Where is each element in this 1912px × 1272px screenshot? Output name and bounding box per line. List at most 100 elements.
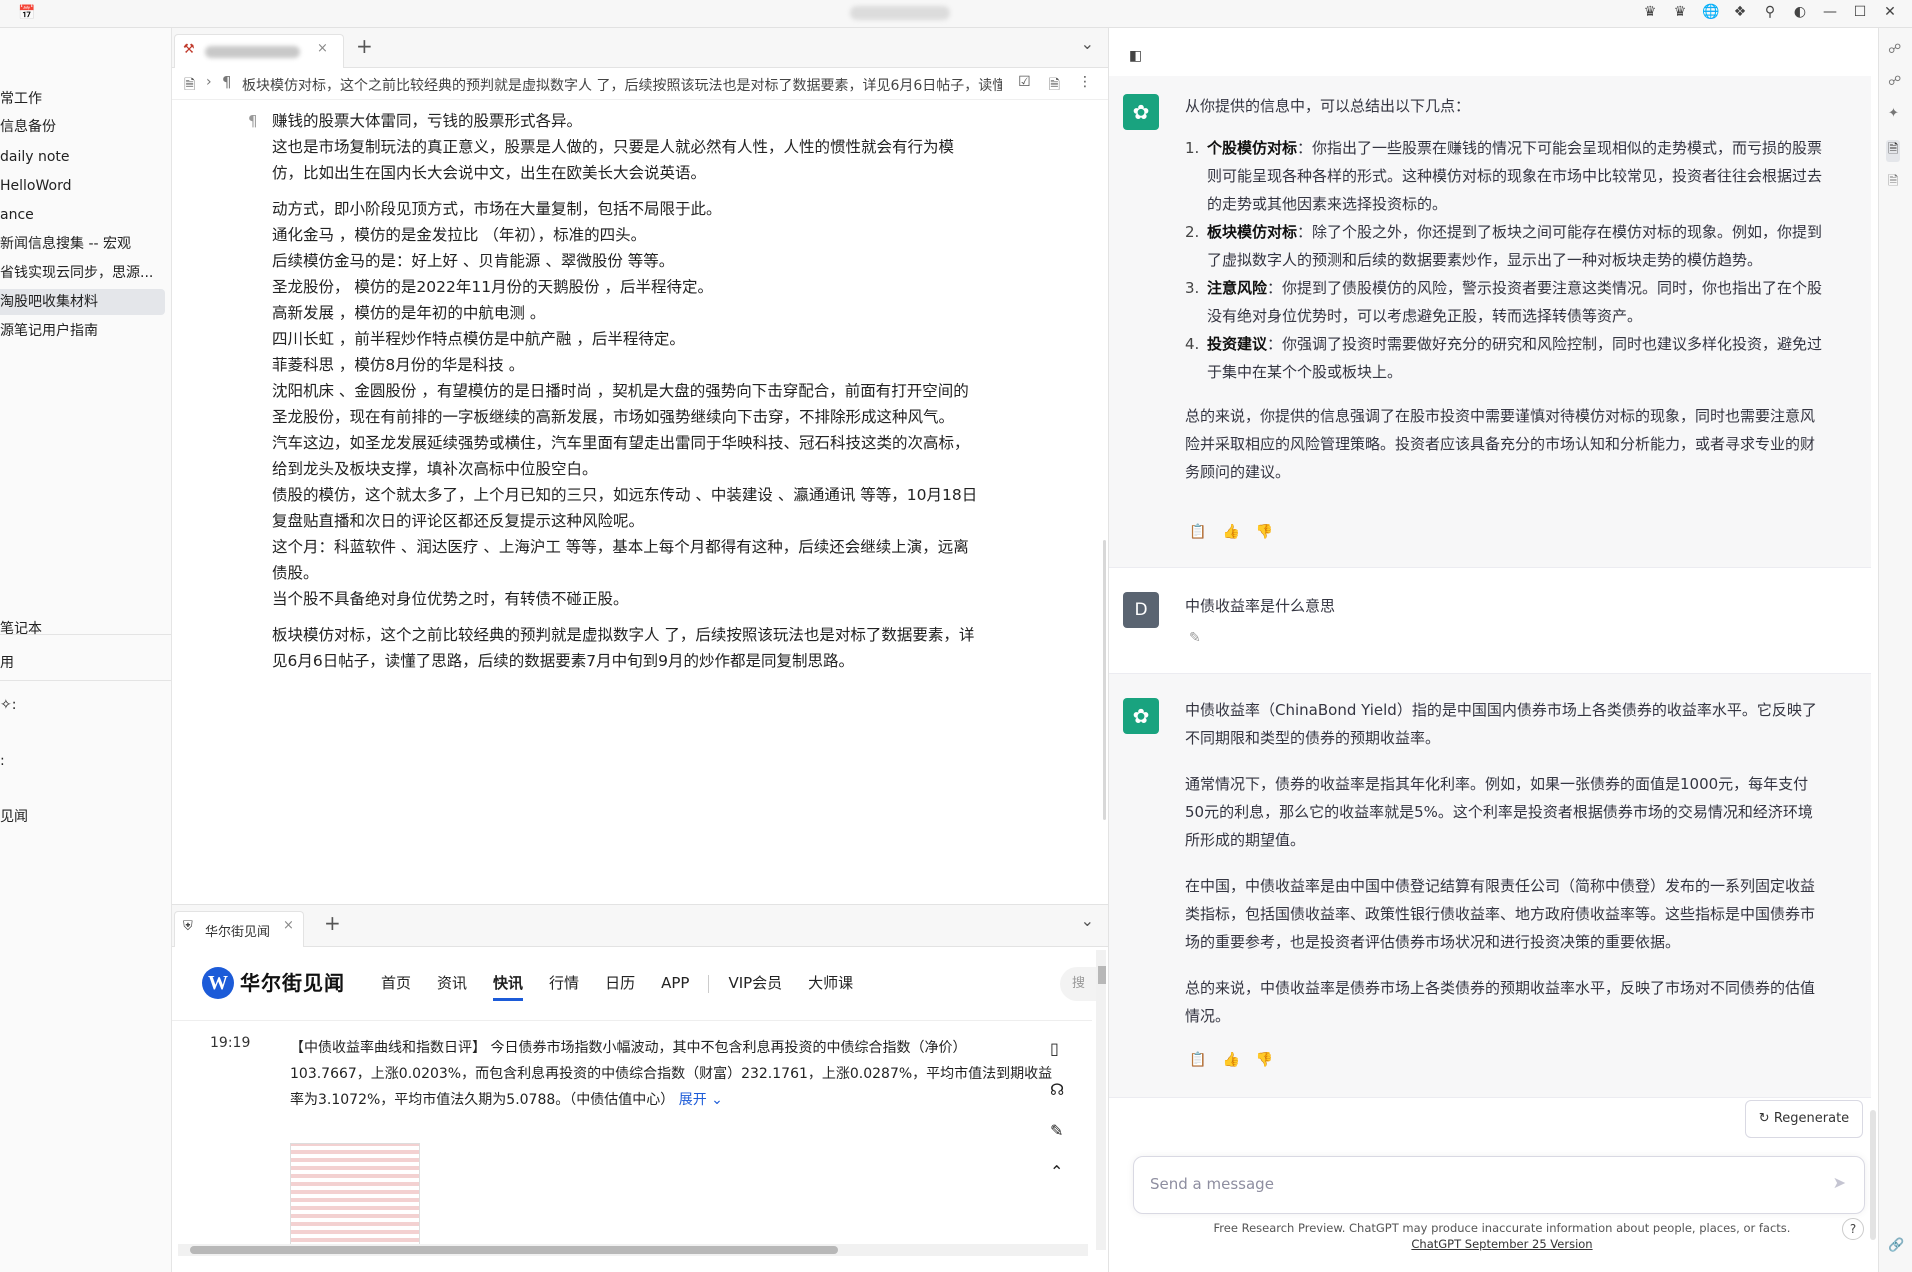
doc-line: 汽车这边，如圣龙发展延续强势或横住，汽车里面有望走出雷同于华映科技、冠石科技这类… xyxy=(272,434,970,452)
nav-vip[interactable]: VIP会员 xyxy=(715,971,795,1001)
web-hscrollbar-thumb[interactable] xyxy=(190,1246,838,1254)
sidebar-item[interactable]: ance xyxy=(0,202,165,228)
news-time: 19:19 xyxy=(210,1035,251,1051)
headset-icon[interactable]: ☊ xyxy=(1050,1080,1064,1099)
site-logo[interactable]: W xyxy=(202,967,234,999)
message-paragraph: 通常情况下，债券的收益率是指其年化利率。例如，如果一张债券的面值是1000元，每… xyxy=(1185,775,1813,849)
news-image[interactable] xyxy=(290,1143,420,1251)
web-panel: ⛨ 华尔街见闻 × + ⌄ W 华尔街见闻 首页 资讯 快讯 行情 日历 APP… xyxy=(172,904,1108,1272)
sidebar-item[interactable]: 省钱实现云同步，思源... xyxy=(0,260,165,286)
sidebar-item[interactable]: : xyxy=(0,748,165,774)
doc-line: 四川长虹 ，前半程炒作特点模仿是中航产融 ，后半程待定。 xyxy=(272,330,685,348)
document-icon[interactable]: 🗎 xyxy=(1888,172,1898,194)
regenerate-button[interactable]: ↻ Regenerate xyxy=(1745,1100,1863,1138)
news-line: 率为3.1072%，平均市值法久期为5.0788。（中债估值中心） 展开 ⌄ xyxy=(290,1092,723,1108)
chat-doc-icon[interactable]: 🗎 xyxy=(1886,140,1901,162)
send-icon[interactable]: ➤ xyxy=(1833,1173,1846,1192)
thumbs-down-icon[interactable]: 👎 xyxy=(1256,1052,1273,1068)
web-scrollbar-thumb[interactable] xyxy=(1098,966,1106,984)
shield-icon: ⛨ xyxy=(183,919,193,934)
nav-home[interactable]: 首页 xyxy=(368,971,424,1001)
add-tab-icon[interactable]: + xyxy=(356,34,373,58)
assistant-message-text: 中债收益率（ChinaBond Yield）指的是中国国内债券市场上各类债券的收… xyxy=(1185,696,1857,1030)
maximize-icon[interactable]: ☐ xyxy=(1852,4,1868,20)
sidebar-item[interactable]: 新闻信息搜集 -- 宏观 xyxy=(0,231,165,257)
sidebar-item[interactable]: 源笔记用户指南 xyxy=(0,318,165,344)
thumbs-down-icon[interactable]: 👎 xyxy=(1256,524,1273,540)
tab-title-blurred xyxy=(205,46,300,58)
crown-icon[interactable]: ♛ xyxy=(1672,4,1688,20)
expand-link[interactable]: 展开 xyxy=(679,1092,707,1108)
lock-icon[interactable]: ☑ xyxy=(1018,74,1031,98)
contrast-icon[interactable]: ◐ xyxy=(1792,4,1808,20)
close-icon[interactable]: × xyxy=(283,918,294,933)
sidebar-item[interactable]: 用 xyxy=(0,650,165,676)
puzzle-icon[interactable]: ❖ xyxy=(1732,4,1748,20)
link-icon[interactable]: ☍ xyxy=(1888,74,1901,89)
back-to-top-icon[interactable]: ⌃ xyxy=(1050,1162,1064,1181)
doc-line: 菲菱科思 ，模仿8月份的华是科技 。 xyxy=(272,356,525,374)
thumbs-up-icon[interactable]: 👍 xyxy=(1222,524,1239,540)
sidebar-toggle-icon[interactable]: ◧ xyxy=(1129,48,1142,64)
tools-icon: ⚒ xyxy=(183,42,195,57)
edit-icon[interactable]: ✎ xyxy=(1189,630,1201,646)
globe-icon[interactable]: 🌐 xyxy=(1702,4,1719,20)
nav-flash[interactable]: 快讯 xyxy=(480,971,536,1001)
sidebar-item[interactable]: ✧: xyxy=(0,692,165,718)
editor-tab[interactable]: ⚒ × xyxy=(174,34,344,68)
site-search-input[interactable]: 搜 xyxy=(1060,967,1100,1001)
doc-line: 沈阳机床 、金圆股份 ，有望模仿的是日播时尚 ，契机是大盘的强势向下击穿配合，前… xyxy=(272,382,969,400)
sidebar-item-active[interactable]: 淘股吧收集材料 xyxy=(0,289,165,315)
minimize-icon[interactable]: — xyxy=(1822,4,1838,20)
nav-app[interactable]: APP xyxy=(648,971,702,1001)
graph-icon[interactable]: ✦ xyxy=(1888,106,1899,121)
version-link[interactable]: ChatGPT September 25 Version xyxy=(1411,1237,1592,1251)
close-icon[interactable]: × xyxy=(317,41,328,56)
help-button[interactable]: ? xyxy=(1842,1218,1864,1240)
message-input[interactable]: Send a message ➤ xyxy=(1133,1156,1865,1214)
nav-market[interactable]: 行情 xyxy=(536,971,592,1001)
breadcrumb: 🗎 › ¶ 板块模仿对标，这个之前比较经典的预判就是虚拟数字人 了，后续按照该玩… xyxy=(172,68,1108,100)
chevron-down-icon[interactable]: ⌄ xyxy=(1081,34,1094,53)
link-icon[interactable]: 🔗 xyxy=(1888,1238,1904,1253)
nav-news[interactable]: 资讯 xyxy=(424,971,480,1001)
edit-icon[interactable]: ✎ xyxy=(1050,1121,1064,1140)
close-icon[interactable]: ✕ xyxy=(1882,4,1898,20)
doc-line: 见6月6日帖子，读懂了思路，后续的数据要素7月中旬到9月的炒作都是同复制思路。 xyxy=(272,652,854,670)
file-icon[interactable]: 🗎 xyxy=(1049,74,1060,98)
sidebar-item[interactable]: 见闻 xyxy=(0,804,165,830)
sidebar-item[interactable]: 笔记本 xyxy=(0,616,165,642)
sidebar-item[interactable]: 常工作 xyxy=(0,86,165,112)
web-tab[interactable]: ⛨ 华尔街见闻 × xyxy=(174,911,304,947)
doc-line: 高新发展 ，模仿的是年初的中航电测 。 xyxy=(272,304,546,322)
news-text[interactable]: 【中债收益率曲线和指数日评】 今日债券市场指数小幅波动，其中不包含利息再投资的中… xyxy=(290,1035,1052,1113)
search-icon[interactable]: ⚲ xyxy=(1762,4,1778,20)
copy-icon[interactable]: 📋 xyxy=(1189,524,1206,540)
paragraph-icon[interactable]: ¶ xyxy=(248,108,258,134)
document-icon[interactable]: 🗎 xyxy=(184,74,195,98)
sidebar-item[interactable]: 信息备份 xyxy=(0,114,165,140)
add-tab-icon[interactable]: + xyxy=(324,911,341,935)
thumbs-up-icon[interactable]: 👍 xyxy=(1222,1052,1239,1068)
chat-scrollbar[interactable] xyxy=(1870,1110,1876,1240)
breadcrumb-text[interactable]: 板块模仿对标，这个之前比较经典的预判就是虚拟数字人 了，后续按照该玩法也是对标了… xyxy=(242,75,1002,95)
chevron-down-icon[interactable]: ⌄ xyxy=(707,1092,723,1108)
chevron-down-icon[interactable]: ⌄ xyxy=(1081,911,1094,930)
mobile-icon[interactable]: ▯ xyxy=(1050,1039,1064,1058)
user-message: D 中债收益率是什么意思 ✎ xyxy=(1109,568,1871,674)
web-scrollbar-track[interactable] xyxy=(1096,950,1106,1250)
sidebar-item[interactable]: daily note xyxy=(0,144,165,170)
document-body[interactable]: 赚钱的股票大体雷同，亏钱的股票形式各异。 这也是市场复制玩法的真正意义，股票是人… xyxy=(272,108,1072,674)
site-name[interactable]: 华尔街见闻 xyxy=(240,967,345,996)
nav-master[interactable]: 大师课 xyxy=(795,971,866,1001)
calendar-icon[interactable]: 📅 xyxy=(18,5,35,21)
more-icon[interactable]: ⋮ xyxy=(1078,74,1092,98)
paragraph-icon: ¶ xyxy=(222,73,232,91)
extension-icon[interactable]: ☍ xyxy=(1888,42,1901,57)
news-line: 103.7667，上涨0.0203%，而包含利息再投资的中债综合指数（财富）23… xyxy=(290,1066,1052,1082)
copy-icon[interactable]: 📋 xyxy=(1189,1052,1206,1068)
editor-scrollbar[interactable] xyxy=(1103,540,1106,820)
sidebar-item[interactable]: HelloWord xyxy=(0,173,165,199)
crown-icon[interactable]: ♛ xyxy=(1642,4,1658,20)
nav-calendar[interactable]: 日历 xyxy=(592,971,648,1001)
